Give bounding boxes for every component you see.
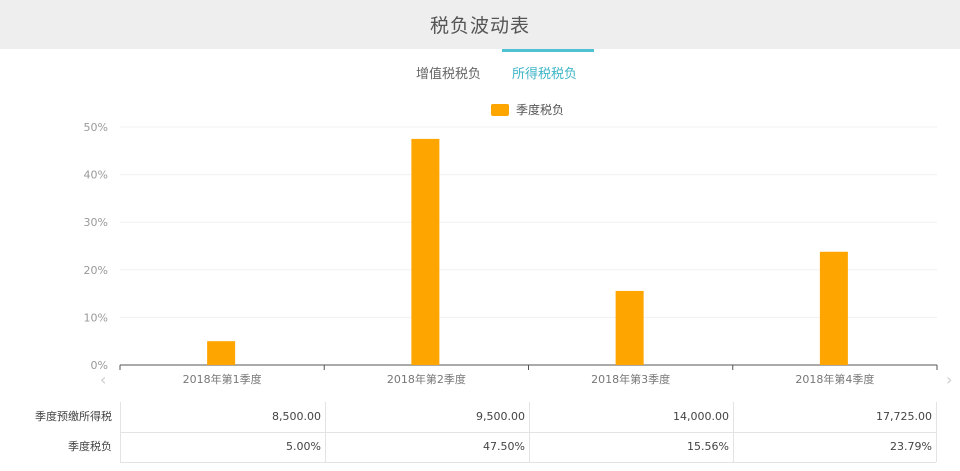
y-tick-label: 10% — [84, 311, 108, 324]
x-tick-label: 2018年第3季度 — [591, 372, 670, 386]
row-divider — [120, 462, 936, 463]
y-tick-label: 20% — [84, 264, 108, 277]
table-cell: 17,725.00 — [733, 402, 937, 432]
y-tick-label: 30% — [84, 216, 108, 229]
tab-bar: 增值税税负 所得税税负 — [0, 63, 960, 83]
table-row-quarterly-burden: 季度税负 5.00% 47.50% 15.56% 23.79% — [0, 432, 960, 462]
legend-swatch — [491, 104, 509, 116]
page-title: 税负波动表 — [429, 15, 530, 37]
y-tick-label: 50% — [84, 121, 108, 134]
table-row-prepaid-tax: 季度预缴所得税 8,500.00 9,500.00 14,000.00 17,7… — [0, 402, 960, 432]
table-cell: 9,500.00 — [325, 402, 529, 432]
bar-2[interactable] — [411, 138, 440, 365]
scroll-left-icon[interactable]: ‹ — [100, 370, 106, 389]
bar-3[interactable] — [615, 290, 644, 365]
bar-4[interactable] — [819, 251, 848, 365]
active-tab-indicator — [502, 49, 594, 52]
row-label: 季度税负 — [68, 440, 112, 453]
table-cell: 5.00% — [120, 432, 325, 462]
page-header: 税负波动表 — [0, 0, 960, 49]
table-cell: 15.56% — [529, 432, 733, 462]
bar-1[interactable] — [207, 341, 236, 365]
table-cell: 23.79% — [733, 432, 937, 462]
scroll-right-icon[interactable]: › — [946, 370, 952, 389]
tab-income-tax-burden[interactable]: 所得税税负 — [512, 63, 577, 82]
x-tick-label: 2018年第2季度 — [387, 372, 466, 386]
legend-label: 季度税负 — [516, 102, 564, 117]
tax-burden-bar-chart: 0%10%20%30%40%50%2018年第1季度 2018年第2季度 2018年… — [84, 102, 953, 389]
x-tick-label: 2018年第1季度 — [183, 372, 262, 386]
table-cell: 14,000.00 — [529, 402, 733, 432]
y-tick-label: 40% — [84, 169, 108, 182]
table-cell: 8,500.00 — [120, 402, 325, 432]
tab-vat-burden[interactable]: 增值税税负 — [416, 63, 481, 82]
x-tick-label: 2018年第4季度 — [795, 372, 874, 386]
row-label: 季度预缴所得税 — [35, 410, 112, 423]
table-cell: 47.50% — [325, 432, 529, 462]
